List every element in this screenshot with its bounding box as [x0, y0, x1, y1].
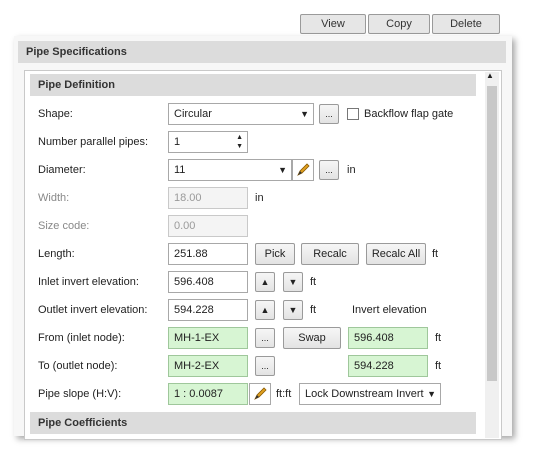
pipe-definition-header: Pipe Definition [30, 74, 476, 96]
parallel-pipes-label: Number parallel pipes: [38, 136, 149, 148]
width-label: Width: [38, 192, 70, 204]
length-label: Length: [38, 248, 75, 260]
pipe-slope-label: Pipe slope (H:V): [38, 388, 122, 400]
recalc-button[interactable]: Recalc [301, 243, 359, 265]
diameter-label: Diameter: [38, 164, 86, 176]
pipe-slope-unit: ft:ft [276, 388, 292, 400]
to-node-field[interactable]: MH-2-EX [168, 355, 248, 377]
delete-tab-button[interactable]: Delete [432, 14, 500, 34]
parallel-pipes-value: 1 [174, 136, 181, 148]
width-field: 18.00 [168, 187, 248, 209]
length-unit: ft [432, 248, 439, 260]
pipe-coefficients-header: Pipe Coefficients [30, 412, 476, 434]
view-tab-button[interactable]: View [300, 14, 366, 34]
shape-value: Circular [174, 108, 212, 120]
slope-mode-select[interactable]: Lock Downstream Invert ▼ [299, 383, 441, 405]
spin-down-icon[interactable]: ▼ [236, 142, 243, 151]
pick-button[interactable]: Pick [255, 243, 295, 265]
shape-select[interactable]: Circular ▼ [168, 103, 314, 125]
inlet-unit: ft [310, 276, 317, 288]
chevron-down-icon: ▼ [278, 165, 287, 175]
swap-button[interactable]: Swap [283, 327, 341, 349]
slope-mode-value: Lock Downstream Invert [305, 388, 424, 400]
outlet-up-icon[interactable]: ▲ [255, 300, 275, 320]
backflow-checkbox[interactable] [347, 108, 359, 120]
from-node-field[interactable]: MH-1-EX [168, 327, 248, 349]
outlet-down-icon[interactable]: ▼ [283, 300, 303, 320]
recalc-all-button[interactable]: Recalc All [366, 243, 426, 265]
outlet-invert-field[interactable]: 594.228 [168, 299, 248, 321]
from-invert-unit: ft [435, 332, 442, 344]
diameter-unit: in [347, 164, 356, 176]
to-invert-field[interactable]: 594.228 [348, 355, 428, 377]
inlet-invert-field[interactable]: 596.408 [168, 271, 248, 293]
delete-tab-label: Delete [450, 18, 482, 30]
diameter-ellipsis-button[interactable]: ... [319, 160, 339, 180]
size-code-label: Size code: [38, 220, 90, 232]
invert-elevation-header: Invert elevation [352, 304, 427, 316]
from-node-ellipsis-button[interactable]: ... [255, 328, 275, 348]
parallel-pipes-stepper[interactable]: 1 ▲ ▼ [168, 131, 248, 153]
pipe-specifications-header: Pipe Specifications [18, 41, 506, 63]
copy-tab-label: Copy [386, 18, 412, 30]
spin-up-icon[interactable]: ▲ [236, 133, 243, 142]
from-node-label: From (inlet node): [38, 332, 125, 344]
pipe-slope-field[interactable]: 1 : 0.0087 [168, 383, 248, 405]
outlet-invert-label: Outlet invert elevation: [38, 304, 148, 316]
pencil-icon[interactable] [292, 159, 314, 181]
size-code-field: 0.00 [168, 215, 248, 237]
inlet-down-icon[interactable]: ▼ [283, 272, 303, 292]
to-node-label: To (outlet node): [38, 360, 118, 372]
copy-tab-button[interactable]: Copy [368, 14, 430, 34]
from-invert-field[interactable]: 596.408 [348, 327, 428, 349]
chevron-down-icon: ▼ [427, 389, 436, 399]
scrollbar-thumb[interactable] [487, 86, 497, 381]
inlet-up-icon[interactable]: ▲ [255, 272, 275, 292]
chevron-down-icon: ▼ [300, 109, 309, 119]
outlet-unit: ft [310, 304, 317, 316]
to-invert-unit: ft [435, 360, 442, 372]
diameter-value: 11 [174, 164, 186, 176]
shape-ellipsis-button[interactable]: ... [319, 104, 339, 124]
view-tab-label: View [321, 18, 345, 30]
inlet-invert-label: Inlet invert elevation: [38, 276, 139, 288]
width-unit: in [255, 192, 264, 204]
backflow-label: Backflow flap gate [364, 108, 454, 120]
scroll-up-icon[interactable]: ▲ [486, 71, 494, 81]
diameter-select[interactable]: 11 ▼ [168, 159, 292, 181]
slope-pencil-icon[interactable] [249, 383, 271, 405]
length-field[interactable]: 251.88 [168, 243, 248, 265]
to-node-ellipsis-button[interactable]: ... [255, 356, 275, 376]
shape-label: Shape: [38, 108, 73, 120]
